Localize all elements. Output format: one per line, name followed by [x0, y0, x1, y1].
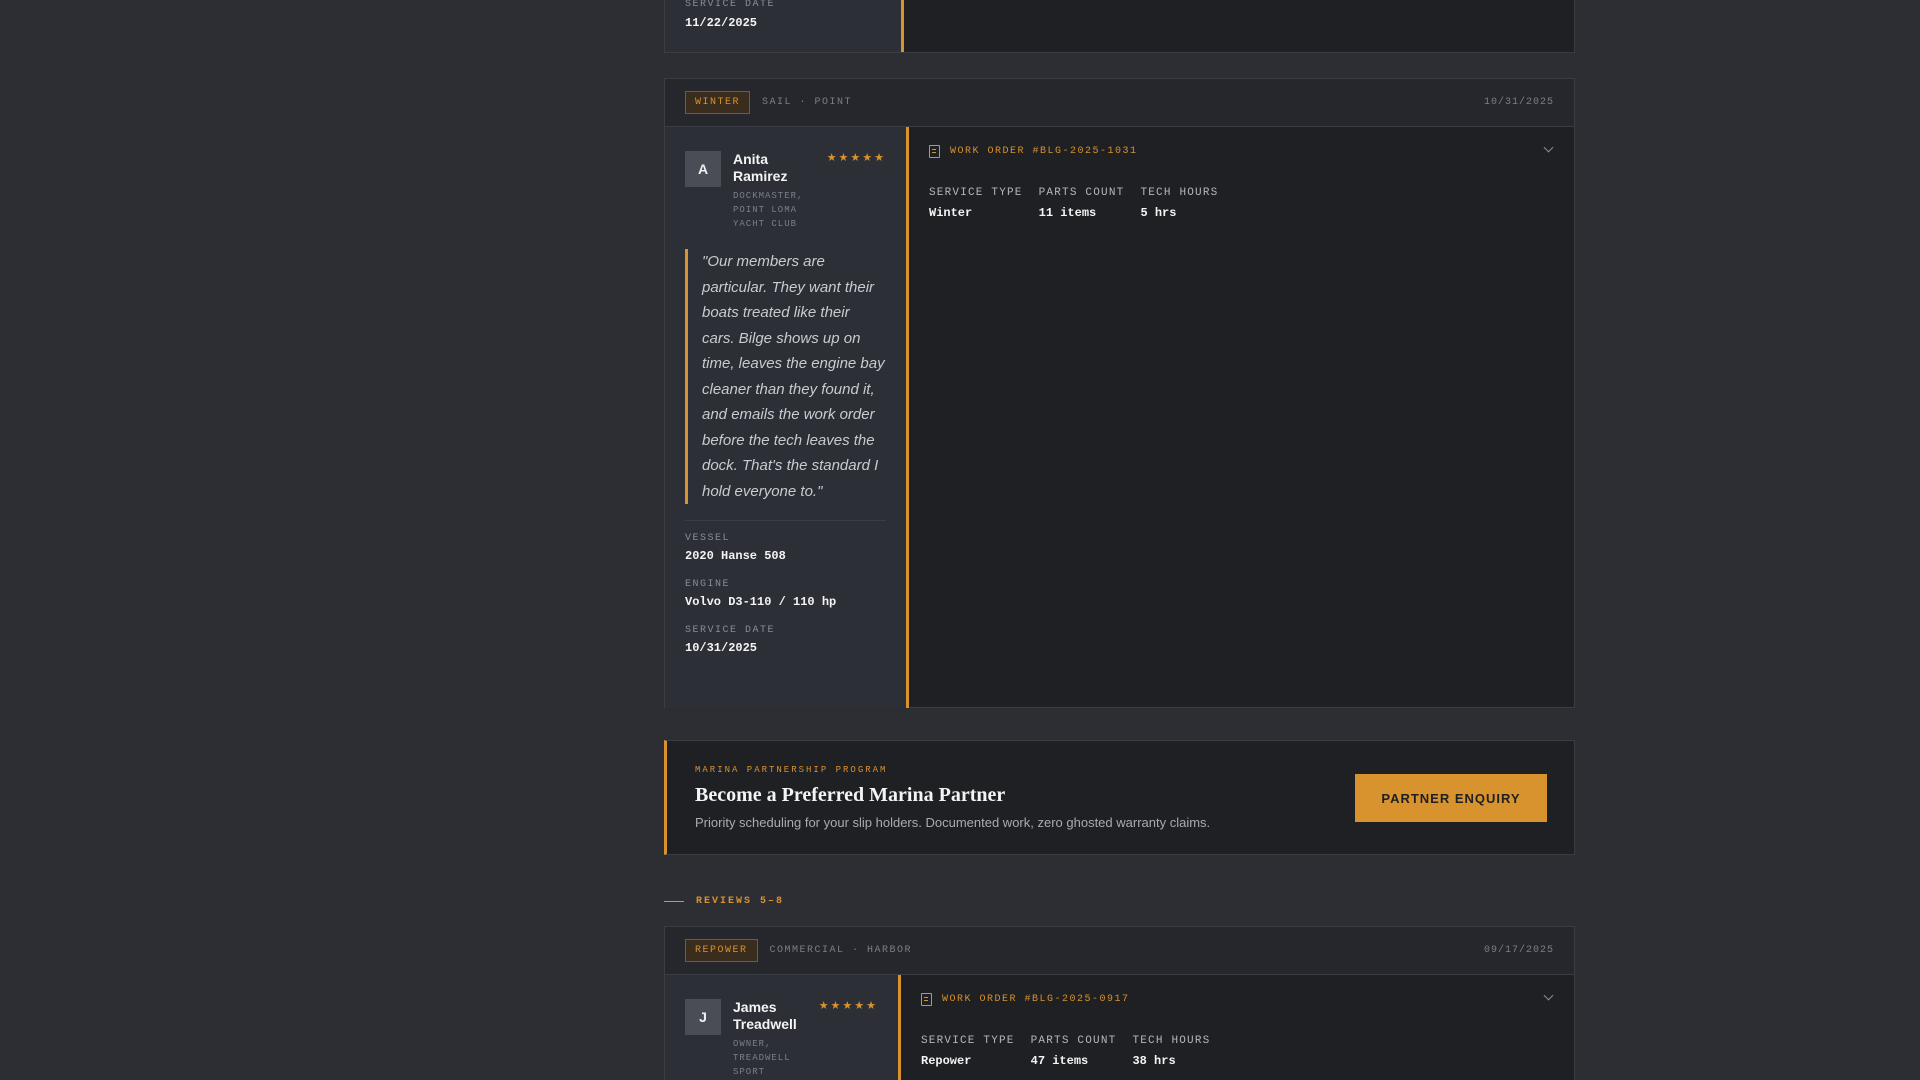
stat-label: TECH HOURS	[1132, 1035, 1211, 1047]
review-quote: "Our members are particular. They want t…	[685, 249, 886, 504]
review-card-4: WINTER SAIL · POINT 10/31/2025 A Anita R…	[664, 78, 1575, 708]
stat-parts-count: PARTS COUNT 47 items	[1031, 1035, 1117, 1068]
work-order-title: WORK ORDER #BLG-2025-1031	[950, 145, 1138, 157]
review-card-header: REPOWER COMMERCIAL · HARBOR 09/17/2025	[665, 927, 1574, 975]
review-card-3-right	[901, 0, 1574, 52]
stat-label: PARTS COUNT	[1038, 187, 1125, 199]
reviewer-role: DOCKMASTER, POINT LOMA YACHT CLUB	[733, 191, 804, 229]
review-card-3-left: SERVICE DATE 11/22/2025	[665, 0, 901, 52]
stat-label: SERVICE TYPE	[929, 187, 1023, 199]
review-card-3: SERVICE DATE 11/22/2025	[664, 0, 1575, 53]
stat-tech-hours: TECH HOURS 38 hrs	[1132, 1035, 1210, 1068]
reviewer-name: James Treadwell	[733, 999, 797, 1032]
reviewer-panel: J James Treadwell OWNER, TREADWELL SPORT…	[665, 975, 898, 1080]
review-card-header: WINTER SAIL · POINT 10/31/2025	[665, 79, 1574, 127]
work-order-title: WORK ORDER #BLG-2025-0917	[942, 993, 1130, 1005]
service-date-label: SERVICE DATE	[685, 0, 776, 10]
review-card-5: REPOWER COMMERCIAL · HARBOR 09/17/2025 J…	[664, 926, 1575, 1080]
stat-label: SERVICE TYPE	[921, 1035, 1015, 1047]
work-order-panel: WORK ORDER #BLG-2025-1031 SERVICE TYPE W…	[906, 127, 1574, 708]
document-icon	[929, 144, 940, 158]
reviewer-panel: A Anita Ramirez DOCKMASTER, POINT LOMA Y…	[665, 127, 906, 708]
work-order-toggle[interactable]: WORK ORDER #BLG-2025-0917	[921, 989, 1554, 1009]
avatar: J	[685, 999, 721, 1035]
partner-enquiry-button[interactable]: PARTNER ENQUIRY	[1355, 774, 1547, 822]
section-title: REVIEWS 5–8	[696, 896, 785, 907]
vessel-category: COMMERCIAL · HARBOR	[769, 945, 913, 956]
avatar: A	[685, 151, 721, 187]
work-order-toggle[interactable]: WORK ORDER #BLG-2025-1031	[929, 141, 1554, 161]
reviews-section-label: REVIEWS 5–8	[664, 896, 784, 907]
stat-service-type: SERVICE TYPE Winter	[929, 187, 1023, 220]
vessel-label: VESSEL	[685, 533, 731, 544]
divider	[685, 520, 886, 521]
work-order-stats: SERVICE TYPE Winter PARTS COUNT 11 items…	[929, 187, 1554, 220]
stat-tech-hours: TECH HOURS 5 hrs	[1140, 187, 1218, 220]
vessel-value: 2020 Hanse 508	[685, 549, 786, 563]
review-date: 10/31/2025	[1483, 97, 1554, 108]
section-line	[664, 901, 684, 902]
stat-parts-count: PARTS COUNT 11 items	[1039, 187, 1125, 220]
engine-label: ENGINE	[685, 579, 731, 590]
stat-value: Winter	[929, 206, 973, 220]
document-icon	[921, 992, 932, 1006]
stat-value: 5 hrs	[1140, 206, 1177, 220]
vessel-category: SAIL · POINT	[762, 97, 853, 108]
rating-stars: ★★★★★	[826, 152, 886, 164]
partner-promo-banner: MARINA PARTNERSHIP PROGRAM Become a Pref…	[664, 740, 1575, 855]
stat-value: 38 hrs	[1132, 1054, 1176, 1068]
work-order-panel: WORK ORDER #BLG-2025-0917 SERVICE TYPE R…	[898, 975, 1574, 1080]
reviewer-role: OWNER, TREADWELL SPORT	[733, 1039, 791, 1077]
review-date: 09/17/2025	[1483, 945, 1554, 956]
stat-value: Repower	[921, 1054, 972, 1068]
stat-service-type: SERVICE TYPE Repower	[921, 1035, 1015, 1068]
service-date-label: SERVICE DATE	[685, 625, 776, 636]
service-date-value: 11/22/2025	[685, 16, 758, 30]
reviewer-name: Anita Ramirez	[733, 151, 788, 184]
stat-label: PARTS COUNT	[1030, 1035, 1117, 1047]
stat-value: 11 items	[1038, 206, 1097, 220]
reviewer: A Anita Ramirez DOCKMASTER, POINT LOMA Y…	[685, 151, 886, 231]
service-tag: WINTER	[685, 91, 751, 114]
reviewer: J James Treadwell OWNER, TREADWELL SPORT…	[685, 999, 878, 1079]
work-order-stats: SERVICE TYPE Repower PARTS COUNT 47 item…	[921, 1035, 1554, 1068]
stat-value: 47 items	[1030, 1054, 1089, 1068]
service-tag: REPOWER	[685, 939, 758, 962]
rating-stars: ★★★★★	[818, 1000, 878, 1012]
service-date-value: 10/31/2025	[685, 641, 758, 655]
stat-label: TECH HOURS	[1140, 187, 1219, 199]
engine-value: Volvo D3-110 / 110 hp	[685, 595, 837, 609]
